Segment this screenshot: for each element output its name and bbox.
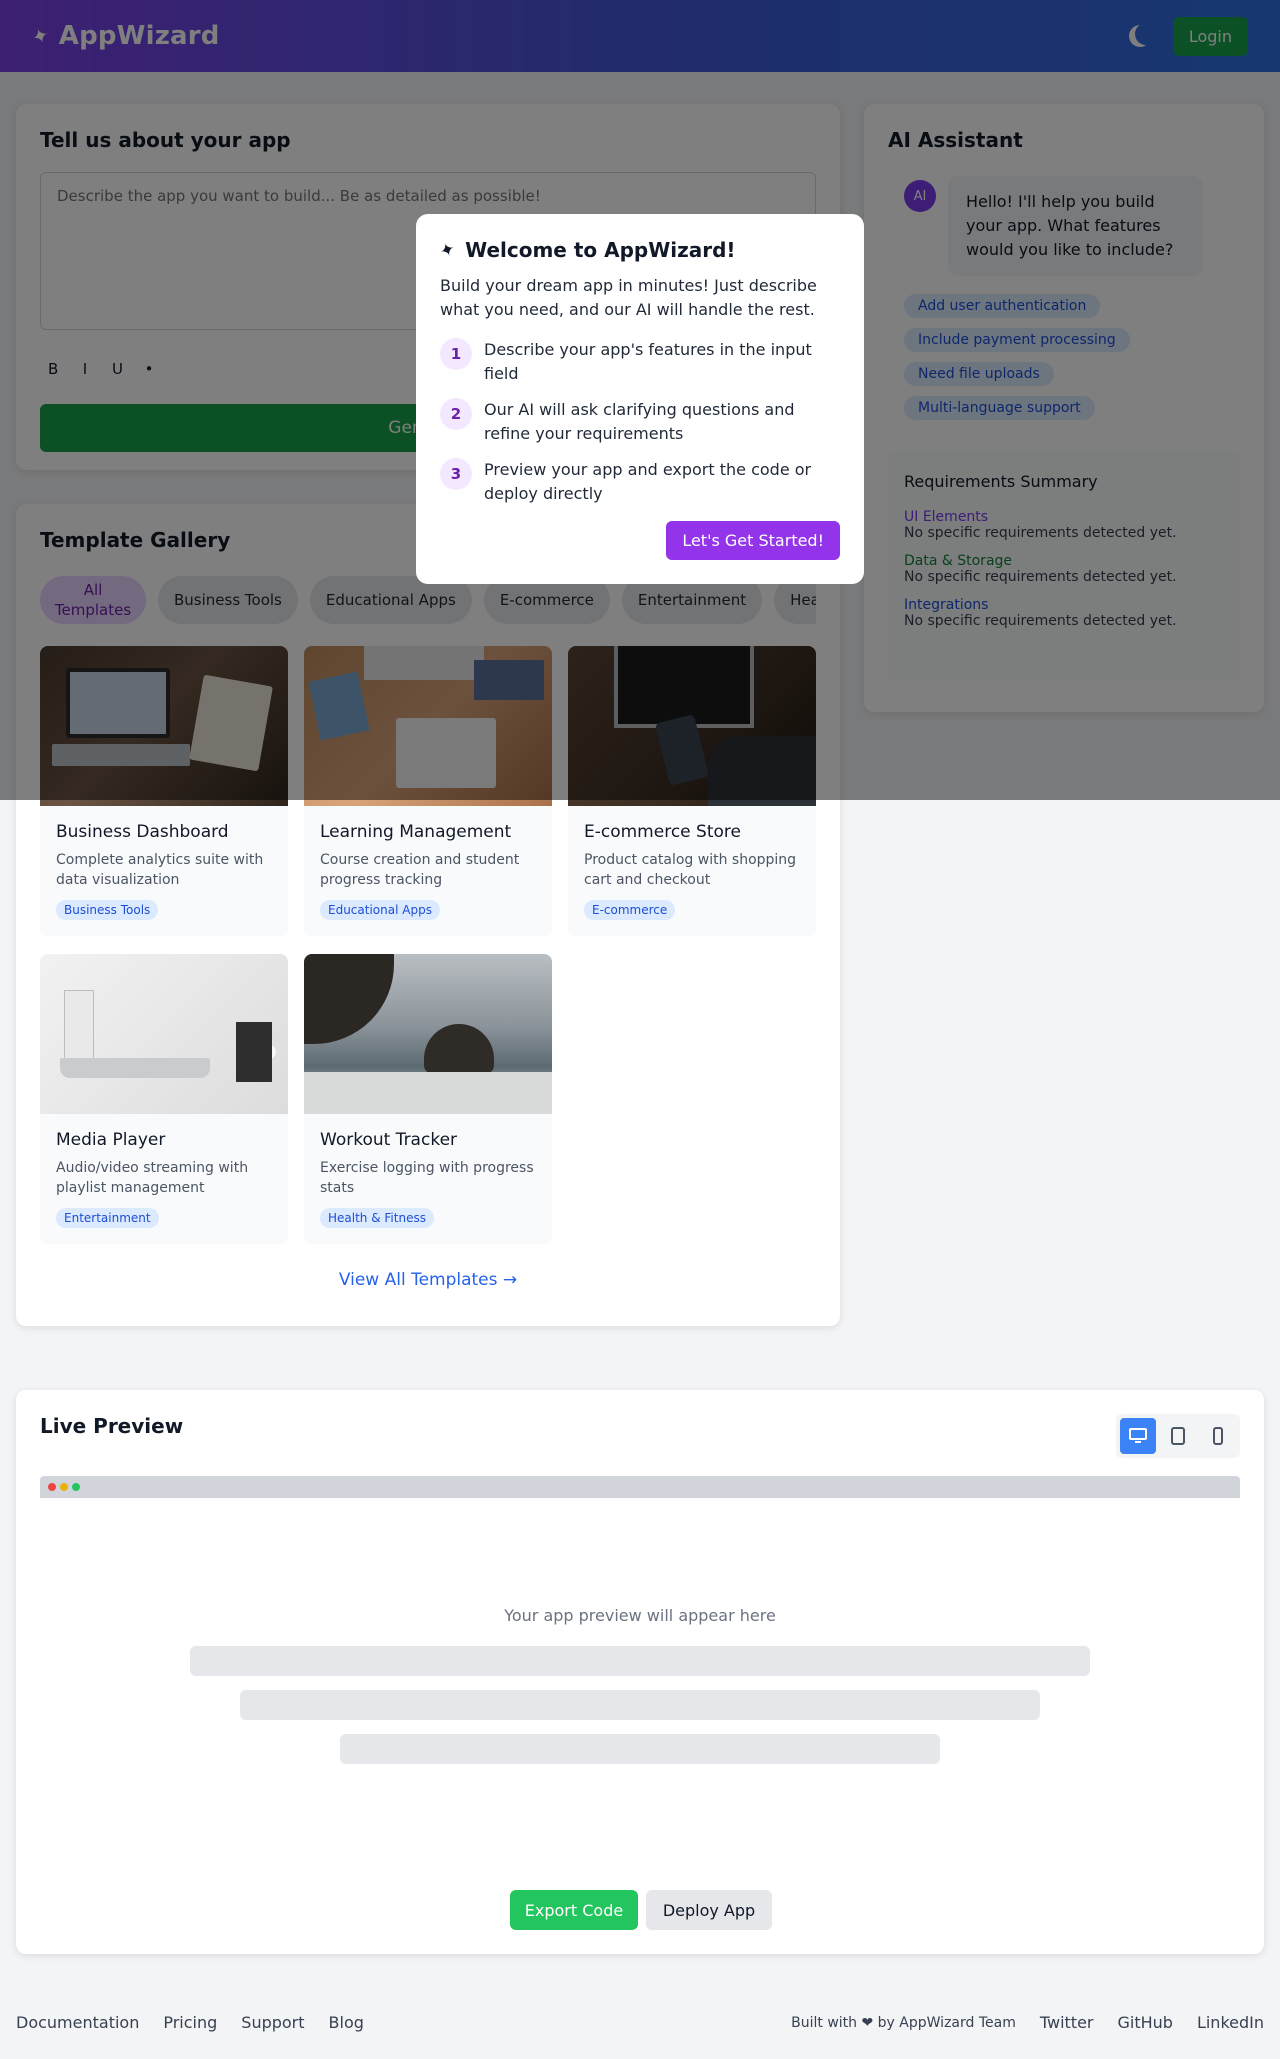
card-description: Complete analytics suite with data visua… (56, 852, 264, 888)
modal-title: Welcome to AppWizard! (465, 238, 736, 262)
step-text: Our AI will ask clarifying questions and… (484, 400, 795, 443)
preview-title: Live Preview (40, 1414, 184, 1438)
modal-intro: Build your dream app in minutes! Just de… (440, 276, 817, 319)
skeleton-line (190, 1646, 1090, 1676)
card-description: Course creation and student progress tra… (320, 852, 520, 888)
footer-right: Built with ❤ by AppWizard Team Twitter G… (791, 2013, 1264, 2032)
card-description: Product catalog with shopping cart and c… (584, 852, 797, 888)
skeleton-line (340, 1734, 940, 1764)
wand-icon: ✦ (436, 237, 459, 263)
footer: Documentation Pricing Support Blog Built… (0, 1986, 1280, 2059)
onboarding-steps: 1 Describe your app's features in the in… (440, 338, 840, 506)
desktop-view-icon[interactable] (1120, 1418, 1156, 1454)
template-card[interactable]: Workout Tracker Exercise logging with pr… (304, 954, 552, 1244)
card-title: Learning Management (320, 822, 512, 842)
ocean-rocks-photo (304, 954, 552, 1114)
get-started-button[interactable]: Let's Get Started! (666, 521, 840, 560)
tablet-view-icon[interactable] (1160, 1418, 1196, 1454)
category-badge: Educational Apps (320, 900, 440, 920)
mobile-view-icon[interactable] (1200, 1418, 1236, 1454)
card-description: Audio/video streaming with playlist mana… (56, 1160, 249, 1196)
card-title: Media Player (56, 1130, 166, 1150)
step-number: 2 (440, 398, 472, 430)
template-card[interactable]: Media Player Audio/video streaming with … (40, 954, 288, 1244)
step-text: Preview your app and export the code or … (484, 460, 812, 503)
live-preview-panel: Live Preview Your app preview will appea… (16, 1390, 1264, 1954)
minimize-dot-icon (60, 1483, 68, 1491)
category-badge: Business Tools (56, 900, 159, 920)
welcome-modal: ✦ Welcome to AppWizard! Build your dream… (416, 214, 864, 584)
white-desk-photo (40, 954, 288, 1114)
modal-title-row: ✦ Welcome to AppWizard! (436, 237, 840, 263)
footer-link-github[interactable]: GitHub (1117, 2013, 1172, 2032)
onboarding-step: 1 Describe your app's features in the in… (440, 338, 840, 386)
step-number: 1 (440, 338, 472, 370)
preview-placeholder: Your app preview will appear here (504, 1606, 776, 1625)
category-badge: Entertainment (56, 1208, 159, 1228)
onboarding-step: 3 Preview your app and export the code o… (440, 458, 840, 506)
skeleton-line (240, 1690, 1040, 1720)
browser-chrome (40, 1476, 1240, 1498)
maximize-dot-icon (72, 1483, 80, 1491)
footer-link-support[interactable]: Support (241, 2013, 304, 2032)
card-title: E-commerce Store (584, 822, 741, 842)
footer-link-twitter[interactable]: Twitter (1040, 2013, 1094, 2032)
card-description: Exercise logging with progress stats (320, 1160, 534, 1196)
footer-link-linkedin[interactable]: LinkedIn (1197, 2013, 1264, 2032)
onboarding-step: 2 Our AI will ask clarifying questions a… (440, 398, 840, 446)
step-text: Describe your app's features in the inpu… (484, 340, 812, 383)
built-with-text: Built with ❤ by AppWizard Team (791, 2014, 1016, 2031)
view-all-templates-link[interactable]: View All Templates → (16, 1270, 840, 1290)
card-title: Business Dashboard (56, 822, 229, 842)
footer-link-pricing[interactable]: Pricing (163, 2013, 217, 2032)
device-toggle (1116, 1414, 1240, 1458)
export-code-button[interactable]: Export Code (510, 1890, 638, 1930)
category-badge: Health & Fitness (320, 1208, 434, 1228)
card-title: Workout Tracker (320, 1130, 458, 1150)
footer-link-blog[interactable]: Blog (329, 2013, 364, 2032)
footer-links: Documentation Pricing Support Blog (16, 2013, 364, 2032)
category-badge: E-commerce (584, 900, 676, 920)
close-dot-icon (48, 1483, 56, 1491)
deploy-app-button[interactable]: Deploy App (646, 1890, 772, 1930)
step-number: 3 (440, 458, 472, 490)
footer-link-documentation[interactable]: Documentation (16, 2013, 139, 2032)
